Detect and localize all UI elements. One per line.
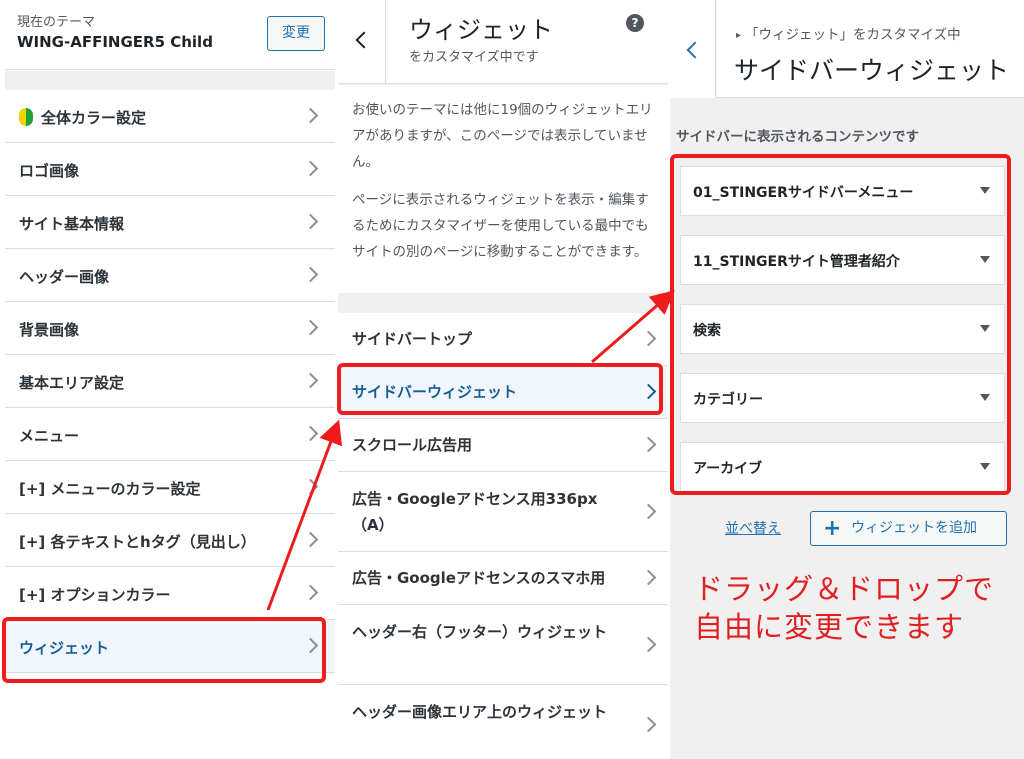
arrow-to-sidebar-widget-area <box>266 419 342 611</box>
arrow-to-widget-list <box>591 290 675 364</box>
annotation-arrows <box>266 290 675 611</box>
